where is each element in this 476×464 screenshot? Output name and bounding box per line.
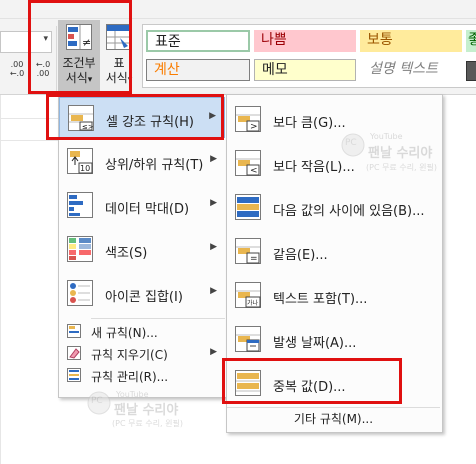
decrease-decimal-label: .00 ←.0 <box>9 60 25 78</box>
svg-text:>: > <box>250 122 258 132</box>
highlight-box-duplicate-values <box>222 358 402 404</box>
menu-item-manage-rules[interactable]: 규칙 관리(R)... <box>59 365 225 387</box>
watermark: PC YouTube 팬날 수리야 (PC 무료 수리, 윈필) <box>86 388 214 434</box>
submenu-item-label: 다음 값의 사이에 있음(B)... <box>273 204 425 219</box>
less-than-icon: < <box>235 150 261 176</box>
equal-to-icon: = <box>235 238 261 264</box>
greater-than-icon: > <box>235 106 261 132</box>
cell-style-normal-label: 표준 <box>155 34 181 50</box>
cell-style-good[interactable]: 좋 <box>466 30 476 52</box>
submenu-arrow-icon: ▶ <box>210 286 217 296</box>
cell-style-explanatory[interactable]: 설명 텍스트 <box>362 59 462 81</box>
highlight-box-conditional-formatting <box>28 0 132 94</box>
watermark-channel: YouTube <box>370 132 403 141</box>
cell-style-bad-label: 나쁨 <box>261 32 287 48</box>
cell-style-calculation-label: 계산 <box>154 62 180 78</box>
watermark-brand: 팬날 수리야 <box>368 146 433 161</box>
cell-style-good-label: 좋 <box>468 32 476 48</box>
submenu-item-more-rules[interactable]: 기타 규칙(M)... <box>227 409 440 429</box>
submenu-arrow-icon: ▶ <box>210 347 217 357</box>
menu-item-clear-rules[interactable]: 규칙 지우기(C) ▶ <box>59 343 225 365</box>
watermark-tag: (PC 무료 수리, 윈필) <box>112 419 183 428</box>
menu-divider <box>91 318 225 319</box>
highlight-box-highlight-rules <box>46 94 224 140</box>
cell-style-calculation[interactable]: 계산 <box>146 59 250 81</box>
watermark: PC YouTube 팬날 수리야 (PC 무료 수리, 윈필) <box>340 128 468 182</box>
new-rule-icon <box>67 324 81 338</box>
svg-text:가나: 가나 <box>247 299 259 307</box>
watermark-tag: (PC 무료 수리, 윈필) <box>366 163 437 172</box>
menu-item-label: 아이콘 집합(I) <box>105 290 183 305</box>
color-scales-icon <box>67 236 93 262</box>
icon-sets-icon <box>67 280 93 306</box>
cell-style-neutral-label: 보통 <box>367 32 393 48</box>
submenu-item-label: 텍스트 포함(T)... <box>273 292 368 307</box>
grid-line <box>0 95 1 464</box>
text-contains-icon: 가나 <box>235 282 261 308</box>
grid-line <box>0 140 58 141</box>
menu-item-color-scales[interactable]: 색조(S) ▶ <box>59 229 225 270</box>
cell-style-bad[interactable]: 나쁨 <box>254 30 356 52</box>
menu-item-label: 규칙 관리(R)... <box>91 370 169 384</box>
data-bars-icon <box>67 192 93 218</box>
clear-rules-icon <box>67 346 81 360</box>
menu-item-new-rule[interactable]: 새 규칙(N)... <box>59 321 225 343</box>
menu-item-label: 상위/하위 규칙(T) <box>105 158 204 173</box>
submenu-item-date-occurring[interactable]: 발생 날짜(A)... <box>227 319 440 360</box>
cell-style-neutral[interactable]: 보통 <box>360 30 462 52</box>
decrease-decimal-button[interactable]: .00 ←.0 <box>4 60 30 90</box>
watermark-pc-label: PC <box>345 138 357 148</box>
submenu-arrow-icon: ▶ <box>210 198 217 208</box>
menu-item-label: 규칙 지우기(C) <box>91 348 168 362</box>
menu-item-label: 데이터 막대(D) <box>105 202 190 217</box>
submenu-item-label: 기타 규칙(M)... <box>293 412 374 426</box>
cell-style-check[interactable] <box>466 61 476 81</box>
cell-style-explanatory-label: 설명 텍스트 <box>369 61 438 77</box>
submenu-item-between[interactable]: 다음 값의 사이에 있음(B)... <box>227 187 440 228</box>
watermark-brand: 팬날 수리야 <box>114 403 179 418</box>
submenu-item-label: 발생 날짜(A)... <box>273 336 357 351</box>
menu-item-label: 색조(S) <box>105 246 148 261</box>
cell-style-note[interactable]: 메모 <box>254 59 356 81</box>
submenu-item-label: 보다 큼(G)... <box>273 116 346 131</box>
submenu-divider <box>227 407 440 408</box>
menu-item-label: 새 규칙(N)... <box>91 326 158 340</box>
date-occurring-icon <box>235 326 261 352</box>
submenu-item-equal-to[interactable]: = 같음(E)... <box>227 231 440 272</box>
svg-text:10: 10 <box>80 164 90 173</box>
cell-style-note-label: 메모 <box>262 62 288 78</box>
menu-item-data-bars[interactable]: 데이터 막대(D) ▶ <box>59 185 225 226</box>
submenu-arrow-icon: ▶ <box>210 242 217 252</box>
manage-rules-icon <box>67 368 81 382</box>
watermark-pc-label: PC <box>91 396 103 406</box>
svg-text:=: = <box>250 254 258 264</box>
menu-item-icon-sets[interactable]: 아이콘 집합(I) ▶ <box>59 273 225 314</box>
submenu-item-text-contains[interactable]: 가나 텍스트 포함(T)... <box>227 275 440 316</box>
submenu-arrow-icon: ▶ <box>210 154 217 164</box>
top-bottom-rules-icon: 10 <box>67 148 93 174</box>
watermark-channel: YouTube <box>116 390 149 399</box>
cell-style-normal[interactable]: 표준 <box>146 30 250 52</box>
submenu-item-label: 같음(E)... <box>273 248 328 263</box>
svg-text:<: < <box>250 166 258 176</box>
between-icon <box>235 194 261 220</box>
menu-item-top-bottom-rules[interactable]: 10 상위/하위 규칙(T) ▶ <box>59 141 225 182</box>
